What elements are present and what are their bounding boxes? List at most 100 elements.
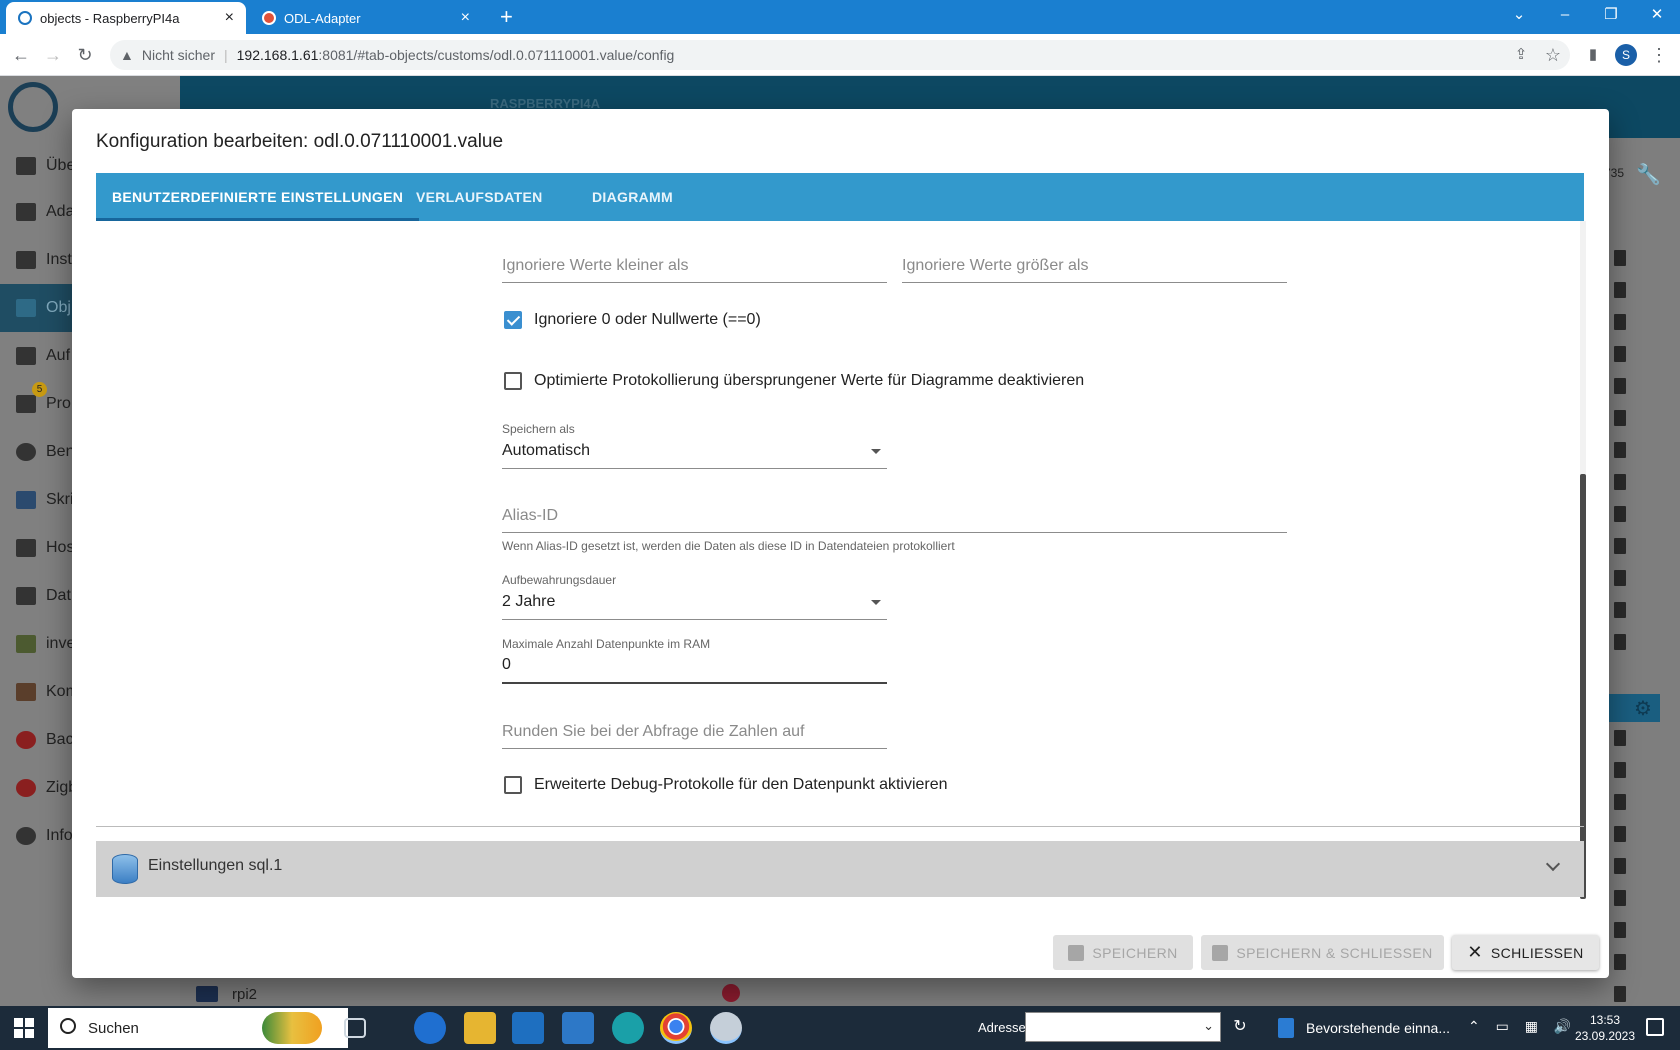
windows-start-icon[interactable] (14, 1018, 34, 1038)
task-view-icon[interactable] (344, 1018, 366, 1038)
ignore-below-input[interactable]: Ignoriere Werte kleiner als (502, 239, 887, 283)
retention-select[interactable]: 2 Jahre (502, 588, 887, 620)
internet-explorer-icon[interactable] (414, 1012, 446, 1044)
tab-history-data[interactable]: VERLAUFSDATEN (416, 173, 543, 221)
sidebar-item-users: Ben (16, 440, 74, 464)
browser-tab-objects[interactable]: objects - RaspberryPI4a × (6, 2, 246, 34)
system-tray[interactable]: ⌃ ▭ ▦ 🔊 (1468, 1018, 1577, 1035)
browser-tab-bar: objects - RaspberryPI4a × ODL-Adapter × … (0, 0, 1680, 34)
ignore-zero-label: Ignoriere 0 oder Nullwerte (==0) (534, 311, 761, 328)
paint-icon[interactable] (710, 1012, 742, 1044)
document-icon (1278, 1018, 1294, 1038)
sidebar-item-label: Bac (46, 731, 74, 748)
sidepanel-icon[interactable]: ▮ (1580, 42, 1606, 68)
trash-icon (1614, 762, 1626, 778)
round-input[interactable]: Runden Sie bei der Abfrage die Zahlen au… (502, 705, 887, 749)
address-toolbar-input[interactable]: ⌄ (1025, 1012, 1221, 1042)
ignore-zero-checkbox[interactable] (504, 311, 522, 329)
section-divider (96, 826, 1584, 827)
retention-label: Aufbewahrungsdauer (502, 573, 617, 587)
raspberry-icon (722, 984, 740, 1002)
edge-icon[interactable] (612, 1012, 644, 1044)
alias-id-input[interactable]: Alias-ID (502, 489, 1287, 533)
taskbar-clock[interactable]: 13:53 23.09.2023 (1570, 1012, 1640, 1044)
disable-optimized-label: Optimierte Protokollierung übersprungene… (534, 372, 1085, 389)
instances-icon (16, 251, 36, 269)
chrome-icon[interactable] (660, 1012, 692, 1044)
info-icon (16, 827, 36, 845)
file-explorer-icon[interactable] (464, 1012, 496, 1044)
store-as-select[interactable]: Automatisch (502, 437, 887, 469)
maximize-icon[interactable]: ❐ (1588, 0, 1634, 30)
search-icon (60, 1018, 76, 1034)
close-window-icon[interactable]: ✕ (1634, 0, 1680, 30)
new-tab-button[interactable]: + (500, 4, 513, 30)
reload-icon[interactable]: ↻ (72, 42, 98, 68)
menu-kebab-icon[interactable]: ⋮ (1646, 42, 1672, 68)
sidebar-item-info: Info (16, 824, 73, 848)
trash-icon (1614, 282, 1626, 298)
save-button[interactable]: SPEICHERN (1053, 935, 1193, 970)
retention-value: 2 Jahre (502, 593, 556, 610)
store-icon[interactable] (512, 1012, 544, 1044)
back-arrow-icon[interactable]: ← (8, 42, 34, 68)
trash-icon (1614, 794, 1626, 810)
address-bar-row: ← → ↻ ▲ Nicht sicher | 192.168.1.61 :808… (0, 34, 1680, 76)
round-placeholder: Runden Sie bei der Abfrage die Zahlen au… (502, 723, 805, 740)
clock-time: 13:53 (1589, 1013, 1621, 1027)
tab-custom-settings[interactable]: BENUTZERDEFINIERTE EINSTELLUNGEN (96, 173, 420, 221)
trash-icon (1614, 858, 1626, 874)
refresh-icon[interactable]: ↻ (1226, 1012, 1254, 1042)
chevron-down-icon (1545, 856, 1561, 872)
database-icon (112, 854, 138, 884)
close-tab-icon[interactable]: × (461, 9, 470, 27)
tab-search-icon[interactable]: ⌄ (1496, 0, 1542, 30)
upcoming-task[interactable]: Bevorstehende einna... (1278, 1006, 1450, 1050)
enum-icon (16, 347, 36, 365)
share-icon[interactable]: ⇪ (1508, 42, 1534, 68)
notification-badge: 5 (32, 382, 47, 397)
profile-avatar[interactable]: S (1615, 44, 1637, 66)
taskbar-search[interactable]: Suchen (48, 1008, 348, 1048)
chevron-down-icon: ⌄ (1203, 1018, 1214, 1033)
minimize-icon[interactable]: – (1542, 0, 1588, 30)
upcoming-label: Bevorstehende einna... (1306, 1020, 1450, 1036)
trash-icon (1614, 730, 1626, 746)
scrollbar-thumb[interactable] (1580, 474, 1586, 899)
trash-icon (1614, 890, 1626, 906)
edit-config-dialog: Konfiguration bearbeiten: odl.0.07111000… (72, 109, 1609, 978)
sql-settings-accordion[interactable]: Einstellungen sql.1 (96, 841, 1584, 897)
max-ram-label: Maximale Anzahl Datenpunkte im RAM (502, 637, 711, 651)
forward-arrow-icon[interactable]: → (40, 42, 66, 68)
close-icon: ✕ (1467, 942, 1483, 962)
tab-chart[interactable]: DIAGRAMM (592, 173, 673, 221)
tab-title: ODL-Adapter (284, 10, 361, 26)
close-tab-icon[interactable]: × (225, 9, 234, 27)
iobroker-favicon-icon (18, 11, 32, 25)
url-separator: | (224, 47, 228, 63)
close-button[interactable]: ✕ SCHLIESSEN (1452, 935, 1599, 970)
address-toolbar-label: Adresse (978, 1020, 1026, 1035)
tree-row-label: rpi2 (232, 986, 258, 1003)
grid-icon (16, 157, 36, 175)
warning-icon: ▲ (120, 47, 134, 63)
notification-icon[interactable] (1646, 1018, 1664, 1036)
save-and-close-button[interactable]: SPEICHERN & SCHLIESSEN (1201, 935, 1444, 970)
debug-label: Erweiterte Debug-Protokolle für den Date… (534, 776, 948, 793)
ignore-below-placeholder: Ignoriere Werte kleiner als (502, 257, 689, 274)
debug-checkbox[interactable] (504, 776, 522, 794)
disable-optimized-row: Optimierte Protokollierung übersprungene… (504, 372, 1084, 390)
alias-id-placeholder: Alias-ID (502, 507, 559, 524)
disable-optimized-checkbox[interactable] (504, 372, 522, 390)
trash-icon (1614, 474, 1626, 490)
bookmark-star-icon[interactable]: ☆ (1540, 42, 1566, 68)
store-as-label: Speichern als (502, 422, 575, 436)
trash-icon (1614, 922, 1626, 938)
ignore-above-placeholder: Ignoriere Werte größer als (902, 257, 1089, 274)
mail-icon[interactable] (562, 1012, 594, 1044)
ignore-above-input[interactable]: Ignoriere Werte größer als (902, 239, 1287, 283)
list-icon (16, 299, 36, 317)
browser-tab-odl[interactable]: ODL-Adapter × (250, 2, 482, 34)
url-field[interactable]: ▲ Nicht sicher | 192.168.1.61 :8081/#tab… (110, 40, 1570, 70)
max-ram-input[interactable]: 0 (502, 652, 887, 684)
